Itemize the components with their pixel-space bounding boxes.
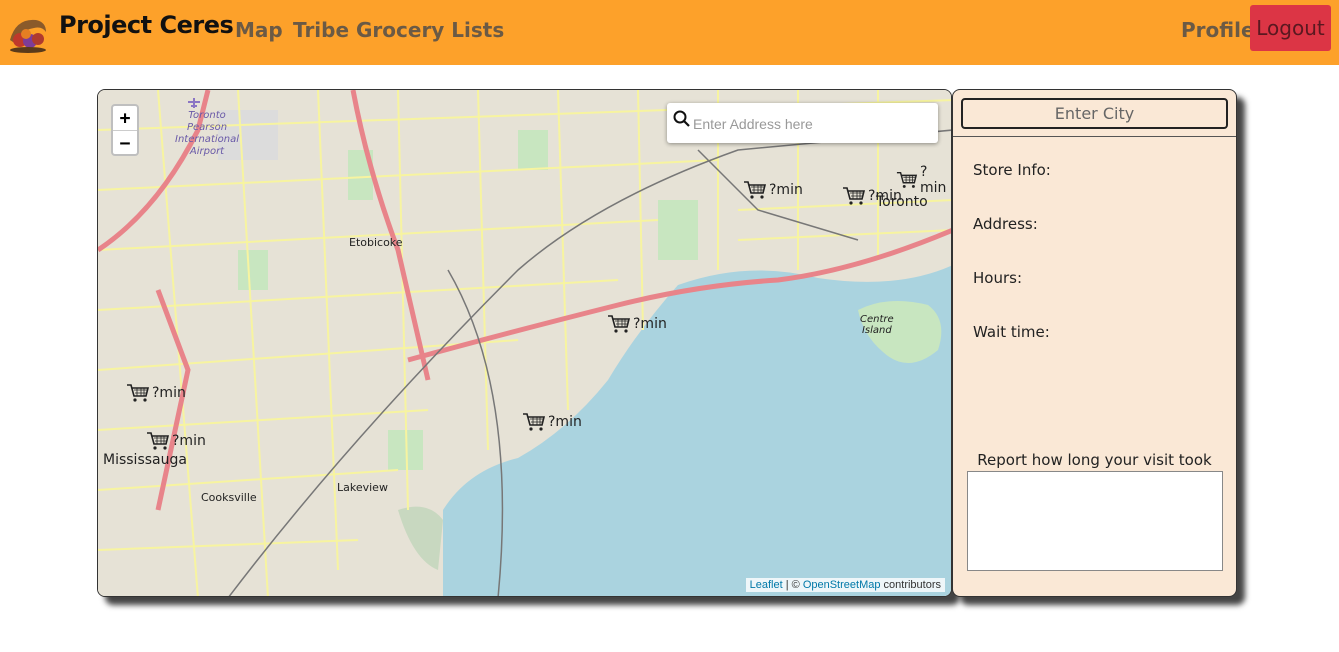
store-marker[interactable]: ?min [146, 431, 206, 451]
search-icon[interactable] [673, 110, 691, 128]
centre-island-line1: Centre [860, 314, 894, 325]
nav-link-tribe[interactable]: Tribe [293, 18, 349, 42]
airport-label-line2: Pearson [186, 122, 228, 133]
nav-link-grocery-lists[interactable]: Grocery Lists [356, 18, 504, 42]
store-marker[interactable]: ?min [607, 314, 667, 334]
report-visit-textarea[interactable] [967, 471, 1223, 571]
address-label: Address: [973, 215, 1038, 233]
airport-label-line3: International [175, 134, 239, 145]
place-mississauga: Mississauga [103, 452, 187, 468]
airport-label-line4: Airport [189, 146, 225, 157]
osm-link[interactable]: OpenStreetMap [803, 579, 881, 591]
place-etobicoke: Etobicoke [349, 236, 403, 249]
store-marker[interactable]: ?min [522, 412, 582, 432]
zoom-control: + − [111, 104, 139, 156]
map-tiles[interactable] [98, 90, 952, 597]
attribution-suffix: contributors [880, 579, 941, 591]
nav-link-profile[interactable]: Profile [1181, 18, 1255, 42]
airport-label: Toronto Pearson International Airport [175, 110, 239, 158]
shopping-cart-icon [147, 432, 170, 450]
shopping-cart-icon [896, 171, 918, 188]
brand-title[interactable]: Project Ceres [59, 11, 234, 39]
marker-wait-label: ?min [769, 182, 803, 198]
shopping-cart-icon [127, 384, 150, 402]
store-info-label: Store Info: [973, 161, 1051, 179]
wait-time-label: Wait time: [973, 323, 1050, 341]
shopping-cart-icon [843, 187, 866, 205]
place-centre-island: Centre Island [860, 314, 894, 336]
city-input[interactable] [961, 98, 1228, 129]
zoom-out-button[interactable]: − [113, 131, 137, 156]
map-attribution: Leaflet | © OpenStreetMap contributors [745, 578, 945, 592]
place-cooksville: Cooksville [201, 491, 257, 504]
store-marker[interactable]: ?min [842, 186, 902, 206]
report-visit-label: Report how long your visit took [977, 451, 1212, 469]
attribution-separator: | © [782, 579, 803, 591]
store-marker[interactable]: ?min [743, 180, 803, 200]
leaflet-link[interactable]: Leaflet [750, 579, 783, 591]
address-search [667, 103, 938, 143]
store-marker[interactable]: ?min [896, 164, 951, 196]
marker-wait-label: ?min [919, 164, 947, 196]
store-info-panel: Store Info: Address: Hours: Wait time: R… [952, 89, 1237, 597]
panel-divider [953, 136, 1236, 137]
zoom-in-button[interactable]: + [113, 106, 137, 131]
logout-button[interactable]: Logout [1250, 5, 1331, 51]
nav-link-map[interactable]: Map [235, 18, 283, 42]
place-lakeview: Lakeview [337, 481, 388, 494]
address-search-input[interactable] [693, 112, 933, 136]
navbar: Project Ceres Map Tribe Grocery Lists Pr… [0, 0, 1339, 65]
marker-wait-label: ?min [548, 414, 582, 430]
cornucopia-logo-icon[interactable] [6, 10, 50, 54]
centre-island-line2: Island [861, 325, 892, 336]
map-container[interactable]: Toronto Pearson International Airport To… [97, 89, 952, 597]
hours-label: Hours: [973, 269, 1022, 287]
shopping-cart-icon [608, 315, 631, 333]
marker-wait-label: ?min [152, 385, 186, 401]
airport-label-line1: Toronto [188, 110, 226, 121]
shopping-cart-icon [523, 413, 546, 431]
shopping-cart-icon [744, 181, 767, 199]
marker-wait-label: ?min [172, 433, 206, 449]
marker-wait-label: ?min [633, 316, 667, 332]
store-marker[interactable]: ?min [126, 383, 186, 403]
